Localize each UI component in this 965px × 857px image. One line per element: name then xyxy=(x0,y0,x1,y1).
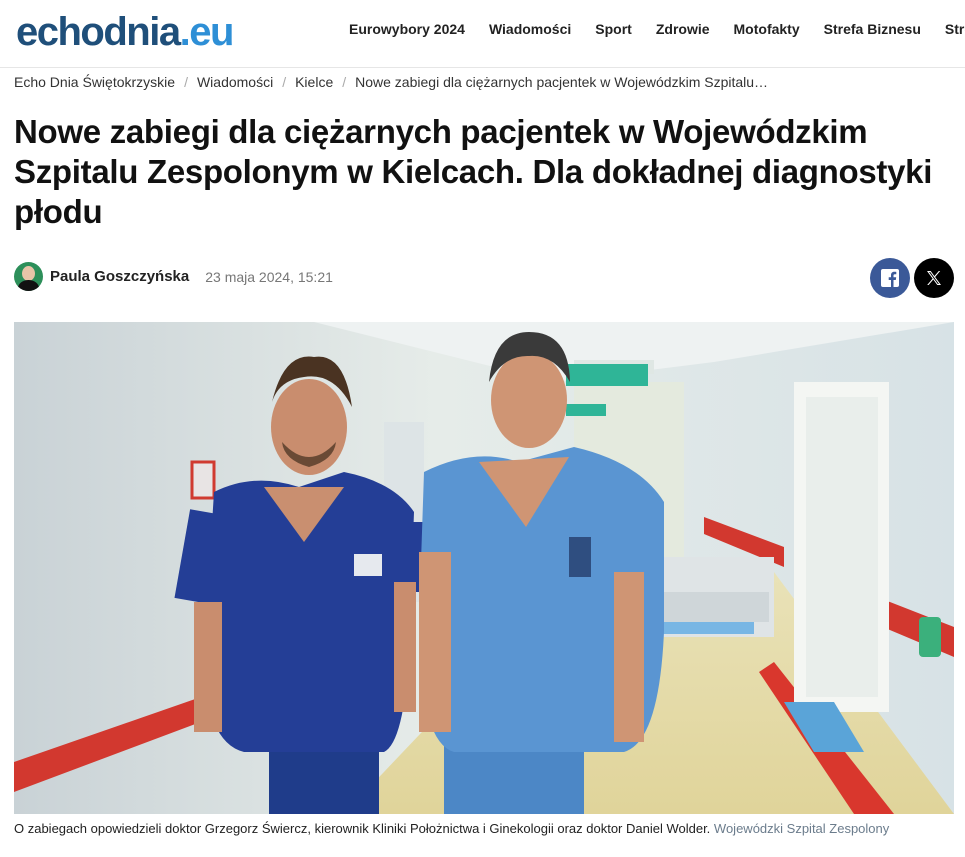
nav-item-motofakty[interactable]: Motofakty xyxy=(734,20,800,38)
logo-part-dnia: dnia xyxy=(103,10,181,54)
breadcrumb-current: Nowe zabiegi dla ciężarnych pacjentek w … xyxy=(355,74,769,90)
nav-item-zdrowie[interactable]: Zdrowie xyxy=(656,20,710,38)
breadcrumb-item-echo-dnia[interactable]: Echo Dnia Świętokrzyskie xyxy=(14,74,175,90)
nav-item-strefa[interactable]: Strefa xyxy=(945,20,965,38)
photo-caption: O zabiegach opowiedzieli doktor Grzegorz… xyxy=(14,821,959,836)
site-logo[interactable]: echodnia.eu xyxy=(16,6,234,58)
x-icon xyxy=(927,271,941,285)
author-avatar[interactable] xyxy=(14,262,43,291)
article-photo[interactable] xyxy=(14,322,954,814)
nav-item-sport[interactable]: Sport xyxy=(595,20,632,38)
nav-item-wiadomosci[interactable]: Wiadomości xyxy=(489,20,571,38)
publish-date: 23 maja 2024, 15:21 xyxy=(205,268,333,285)
article-title: Nowe zabiegi dla ciężarnych pacjentek w … xyxy=(14,113,933,230)
facebook-icon xyxy=(881,269,899,287)
breadcrumb-item-wiadomosci[interactable]: Wiadomości xyxy=(197,74,273,90)
logo-tld: eu xyxy=(189,10,234,54)
nav-item-eurowybory[interactable]: Eurowybory 2024 xyxy=(349,20,465,38)
breadcrumb-item-kielce[interactable]: Kielce xyxy=(295,74,333,90)
breadcrumb-separator: / xyxy=(342,74,347,90)
share-x-button[interactable] xyxy=(914,258,954,298)
logo-part-echo: echo xyxy=(16,10,105,54)
author-row: Paula Goszczyńska 23 maja 2024, 15:21 xyxy=(14,262,333,291)
nav-item-strefa-biznesu[interactable]: Strefa Biznesu xyxy=(824,20,921,38)
site-header: echodnia.eu Eurowybory 2024 Wiadomości S… xyxy=(0,0,965,68)
logo-dot: . xyxy=(179,10,191,54)
photo-hospital-corridor xyxy=(14,322,954,814)
share-facebook-button[interactable] xyxy=(870,258,910,298)
breadcrumb: Echo Dnia Świętokrzyskie / Wiadomości / … xyxy=(14,74,768,90)
main-nav: Eurowybory 2024 Wiadomości Sport Zdrowie… xyxy=(349,20,965,38)
caption-source: Wojewódzki Szpital Zespolony xyxy=(713,821,890,836)
author-name[interactable]: Paula Goszczyńska xyxy=(50,268,189,285)
caption-text: O zabiegach opowiedzieli doktor Grzegorz… xyxy=(14,821,711,836)
breadcrumb-separator: / xyxy=(184,74,188,90)
breadcrumb-separator: / xyxy=(282,74,287,90)
